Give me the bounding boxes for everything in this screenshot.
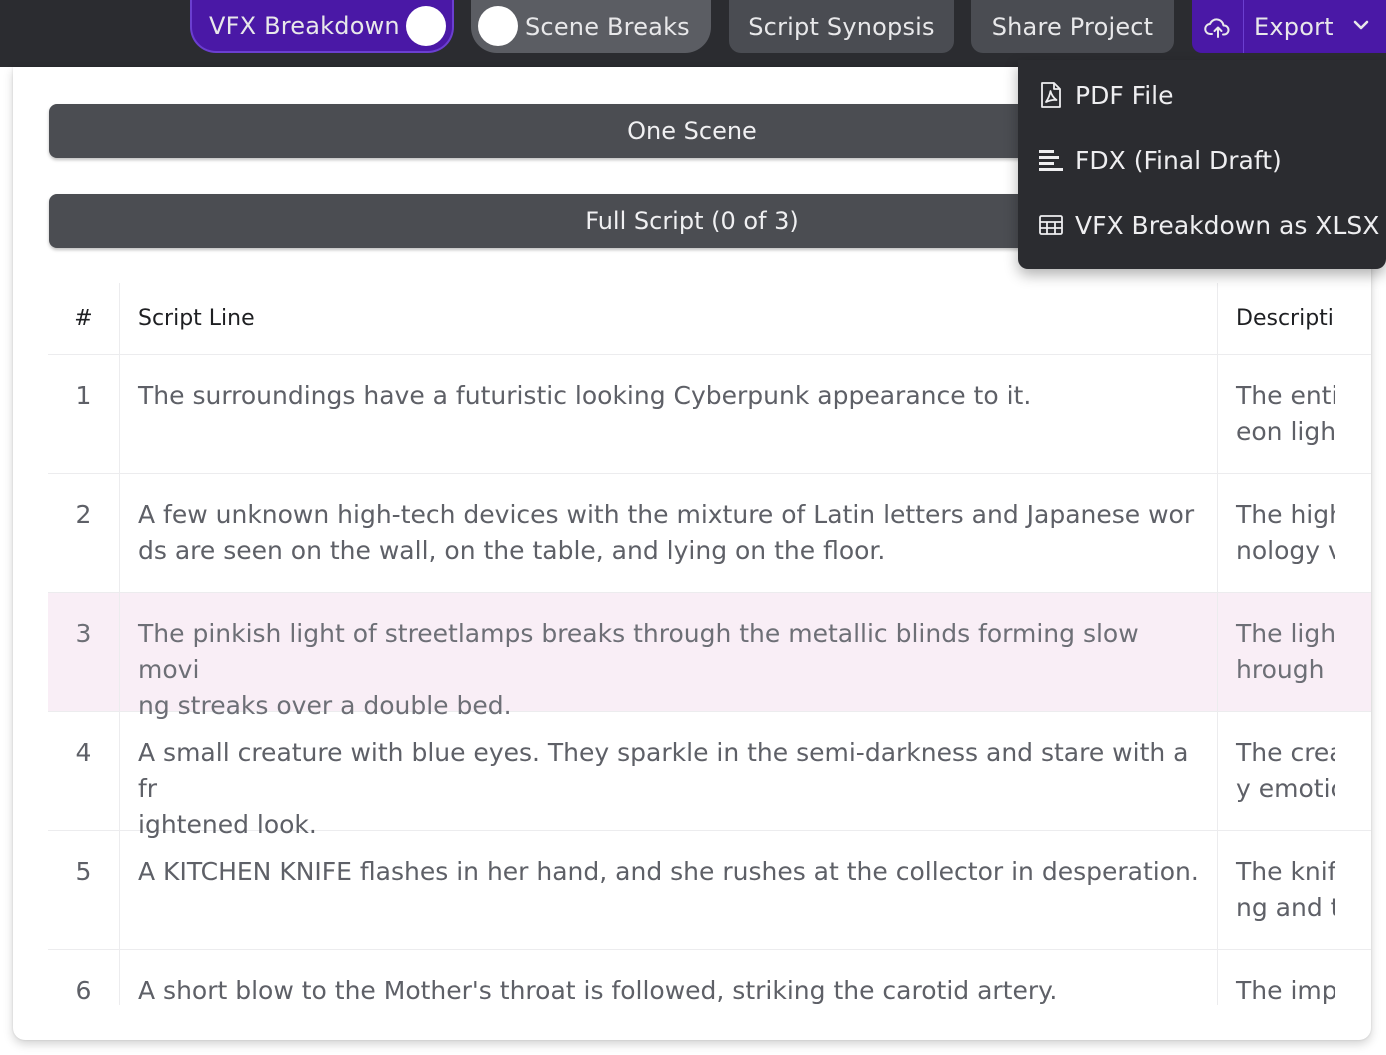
scene-breaks-toggle[interactable]: Scene Breaks [471, 0, 711, 53]
export-pdf-item[interactable]: PDF File [1018, 65, 1386, 125]
export-dropdown-menu: PDF File FDX (Final Draft) VFX Breakdown… [1018, 60, 1386, 269]
description-text: The crea [1236, 738, 1335, 767]
description-text: The light [1236, 619, 1335, 648]
description-text: eon ligh [1236, 417, 1335, 446]
table-header: # Script Line Descripti [48, 283, 1371, 355]
row-number: 5 [48, 831, 120, 949]
vfx-breakdown-label: VFX Breakdown [209, 11, 400, 40]
column-header-script-line: Script Line [120, 283, 1218, 354]
table-row[interactable]: 6 A short blow to the Mother's throat is… [48, 950, 1371, 1005]
export-fdx-item[interactable]: FDX (Final Draft) [1018, 130, 1386, 190]
pdf-file-icon [1038, 82, 1064, 108]
cloud-upload-icon [1192, 0, 1244, 53]
table-grid-icon [1038, 212, 1064, 238]
description-cell: The crea y emotic [1218, 712, 1335, 830]
export-pdf-label: PDF File [1075, 80, 1174, 110]
script-line-text: A short blow to the Mother's throat is f… [138, 976, 1058, 1005]
script-line-cell: A KITCHEN KNIFE flashes in her hand, and… [120, 831, 1218, 949]
toggle-knob [478, 6, 518, 46]
description-text: The enti [1236, 381, 1335, 410]
table-row[interactable]: 1 The surroundings have a futuristic loo… [48, 355, 1371, 474]
script-synopsis-button[interactable]: Script Synopsis [729, 0, 954, 53]
export-button[interactable]: Export [1192, 0, 1386, 53]
script-line-cell: The pinkish light of streetlamps breaks … [120, 593, 1218, 720]
script-line-cell: A small creature with blue eyes. They sp… [120, 712, 1218, 839]
description-text: hrough [1236, 655, 1325, 684]
align-left-icon [1038, 147, 1064, 173]
share-project-button[interactable]: Share Project [971, 0, 1174, 53]
script-lines-table[interactable]: # Script Line Descripti 1 The surroundin… [48, 283, 1371, 1005]
export-fdx-label: FDX (Final Draft) [1075, 145, 1282, 175]
script-line-cell: A few unknown high-tech devices with the… [120, 474, 1218, 592]
script-line-text: The surroundings have a futuristic looki… [138, 381, 1032, 410]
table-row[interactable]: 4 A small creature with blue eyes. They … [48, 712, 1371, 839]
share-project-label: Share Project [991, 12, 1154, 41]
row-number: 1 [48, 355, 120, 473]
table-row-highlighted[interactable]: 3 The pinkish light of streetlamps break… [48, 593, 1371, 720]
script-line-cell: The surroundings have a futuristic looki… [120, 355, 1218, 473]
column-header-number: # [48, 283, 120, 354]
description-text: ng and t [1236, 893, 1335, 922]
description-cell: The enti eon ligh [1218, 355, 1335, 473]
script-line-text: A few unknown high-tech devices with the… [138, 500, 1195, 529]
description-text: The knife [1236, 857, 1335, 886]
description-text: The imp [1236, 976, 1335, 1005]
vfx-breakdown-toggle[interactable]: VFX Breakdown [190, 0, 454, 53]
one-scene-label: One Scene [627, 117, 757, 145]
script-line-text: A KITCHEN KNIFE flashes in her hand, and… [138, 857, 1199, 886]
export-xlsx-item[interactable]: VFX Breakdown as XLSX [1018, 195, 1386, 255]
table-row[interactable]: 2 A few unknown high-tech devices with t… [48, 474, 1371, 593]
description-text: The high [1236, 500, 1335, 529]
top-toolbar: VFX Breakdown Scene Breaks Script Synops… [0, 0, 1386, 67]
description-cell: The knife ng and t [1218, 831, 1335, 949]
script-synopsis-label: Script Synopsis [748, 12, 935, 41]
row-number: 2 [48, 474, 120, 592]
chevron-down-icon [1352, 14, 1370, 42]
column-header-description: Descripti [1236, 306, 1334, 331]
script-line-cell: A short blow to the Mother's throat is f… [120, 950, 1218, 1005]
script-line-text: A small creature with blue eyes. They sp… [138, 738, 1189, 803]
description-cell: The imp [1218, 950, 1335, 1005]
row-number: 3 [48, 593, 120, 711]
table-row[interactable]: 5 A KITCHEN KNIFE flashes in her hand, a… [48, 831, 1371, 950]
export-label: Export [1254, 12, 1334, 41]
description-cell: The high nology v [1218, 474, 1335, 592]
full-script-label: Full Script (0 of 3) [585, 207, 799, 235]
row-number: 6 [48, 950, 120, 1005]
toggle-knob [406, 6, 446, 46]
row-number: 4 [48, 712, 120, 830]
script-line-text: ds are seen on the wall, on the table, a… [138, 536, 886, 565]
scene-breaks-label: Scene Breaks [525, 12, 690, 41]
export-xlsx-label: VFX Breakdown as XLSX [1075, 210, 1380, 240]
script-line-text: The pinkish light of streetlamps breaks … [138, 619, 1139, 684]
description-cell: The light hrough [1218, 593, 1335, 711]
description-text: nology v [1236, 536, 1335, 565]
description-text: y emotic [1236, 774, 1335, 803]
